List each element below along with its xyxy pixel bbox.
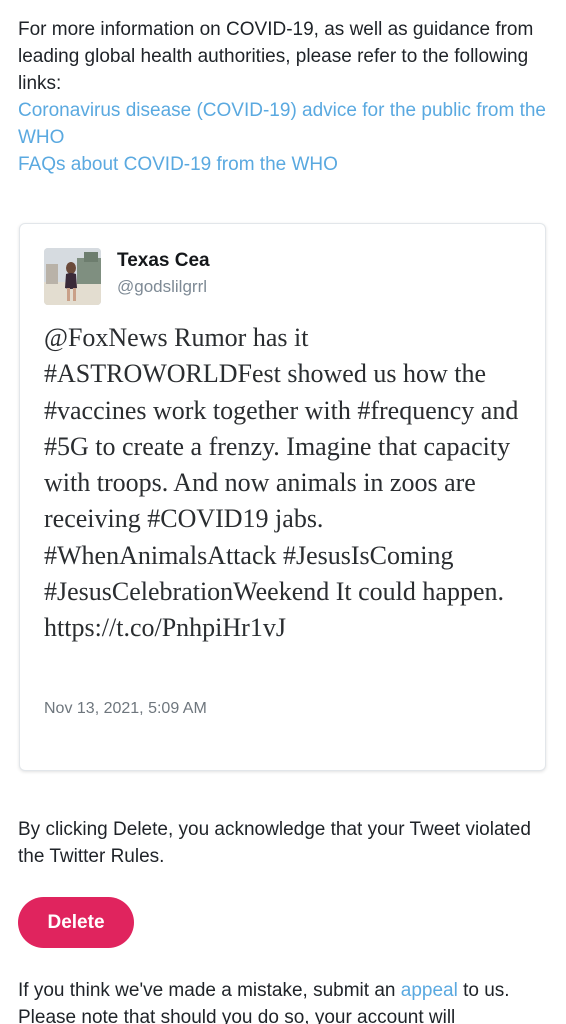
who-advice-link[interactable]: Coronavirus disease (COVID-19) advice fo… (18, 97, 548, 151)
acknowledgement-text: By clicking Delete, you acknowledge that… (18, 819, 531, 867)
page: For more information on COVID-19, as wel… (0, 0, 566, 1024)
appeal-text-before: If you think we've made a mistake, submi… (18, 980, 401, 1001)
tweet-text: @FoxNews Rumor has it #ASTROWORLDFest sh… (44, 323, 519, 643)
delete-button[interactable]: Delete (18, 897, 134, 948)
tweet-card: Texas Cea @godslilgrrl @FoxNews Rumor ha… (19, 223, 546, 771)
tweet-timestamp: Nov 13, 2021, 5:09 AM (44, 700, 207, 717)
covid-info-section: For more information on COVID-19, as wel… (18, 16, 548, 178)
covid-links: Coronavirus disease (COVID-19) advice fo… (18, 97, 548, 178)
avatar-image (44, 248, 101, 305)
avatar[interactable] (44, 248, 101, 305)
author-handle[interactable]: @godslilgrrl (117, 277, 207, 297)
who-faq-link[interactable]: FAQs about COVID-19 from the WHO (18, 151, 548, 178)
author-name[interactable]: Texas Cea (117, 250, 210, 272)
covid-info-text: For more information on COVID-19, as wel… (18, 19, 534, 94)
appeal-link[interactable]: appeal (401, 980, 458, 1001)
appeal-paragraph: If you think we've made a mistake, submi… (18, 977, 548, 1024)
